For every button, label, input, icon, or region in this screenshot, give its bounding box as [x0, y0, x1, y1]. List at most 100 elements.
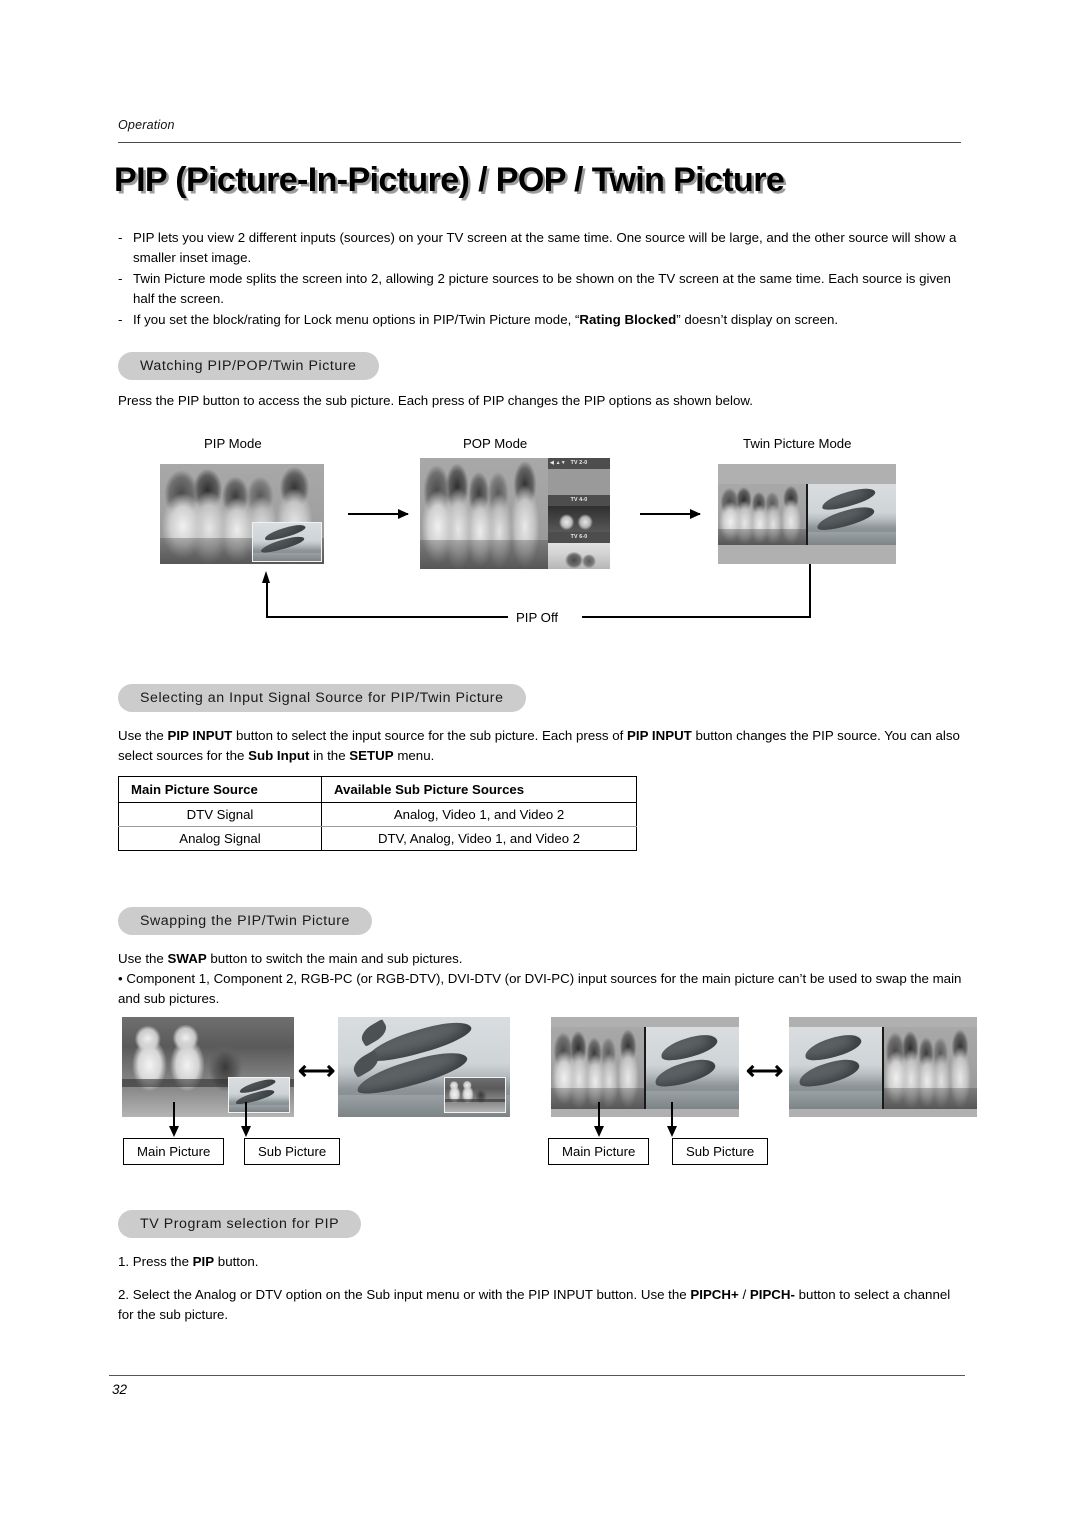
pop-mode-preview: ◀ ▲▼ TV 2-0 TV 4-0 TV 6-0 [420, 458, 610, 569]
pop-channel-label: TV 6-0 [570, 534, 588, 540]
table-header-main-source: Main Picture Source [118, 776, 322, 803]
page-title: PIP (Picture-In-Picture) / POP / Twin Pi… [114, 161, 785, 199]
list-item-text: PIP lets you view 2 different inputs (so… [133, 230, 957, 265]
source-table: Main Picture Source Available Sub Pictur… [118, 776, 637, 851]
sea-band [253, 552, 321, 561]
caption-twin-mode: Twin Picture Mode [743, 436, 852, 451]
section-heading-watching: Watching PIP/POP/Twin Picture [118, 352, 379, 380]
text-bold-pipch-plus: PIPCH+ [690, 1287, 739, 1302]
text-bold-pip-input: PIP INPUT [627, 728, 692, 743]
pointer-line-sub [671, 1102, 673, 1126]
section-heading-tv-program: TV Program selection for PIP [118, 1210, 362, 1238]
pop-channel-bar: TV 6-0 [548, 532, 610, 543]
pop-channel-bar: ◀ ▲▼ TV 2-0 [548, 458, 610, 469]
pip-off-line-left [266, 616, 508, 618]
text-fragment: Select the Analog or DTV option on the S… [132, 1287, 691, 1302]
main-picture-photo [420, 458, 548, 569]
list-item-text: Twin Picture mode splits the screen into… [133, 271, 951, 306]
table-header-row: Main Picture Source Available Sub Pictur… [118, 776, 637, 803]
pip-inset-sub-picture [444, 1077, 506, 1113]
text-fragment: Press the [132, 1254, 193, 1269]
flow-arrow-pip-to-pop [348, 509, 409, 519]
pip-inset-sub-picture [228, 1077, 290, 1113]
text-bold-pip-input: PIP INPUT [167, 728, 233, 743]
text-bold-swap: SWAP [167, 951, 207, 966]
main-picture-photo [551, 1027, 645, 1109]
watching-intro-text: Press the PIP button to access the sub p… [118, 393, 753, 408]
pointer-head-sub [241, 1126, 251, 1137]
page-number: 32 [112, 1382, 128, 1397]
twin-half-sub [807, 484, 896, 545]
text-fragment: / [738, 1287, 750, 1302]
pointer-head-main [169, 1126, 179, 1137]
tv-program-step-2: 2. Select the Analog or DTV option on th… [118, 1285, 964, 1325]
label-sub-picture: Sub Picture [244, 1138, 341, 1165]
swap-twin-before-preview [551, 1017, 739, 1117]
bullet-dash: - [118, 271, 123, 286]
swap-paragraph: Use the SWAP button to switch the main a… [118, 949, 968, 969]
tv-program-step-1: 1. Press the PIP button. [118, 1252, 968, 1272]
swap-double-arrow-icon: ⟷ [746, 1055, 784, 1085]
flow-arrow-pop-to-twin [640, 509, 701, 519]
table-cell-main-source: Analog Signal [118, 826, 322, 851]
sub-picture-photo [645, 1027, 739, 1109]
pip-inset-sub-picture [252, 522, 322, 562]
swap-pip-before-preview [122, 1017, 294, 1117]
list-item-text-pre: If you set the block/rating for Lock men… [133, 312, 580, 327]
pop-channel-column: ◀ ▲▼ TV 2-0 TV 4-0 TV 6-0 [548, 458, 610, 569]
text-bold-setup: SETUP [349, 748, 394, 763]
nav-arrows-icon: ◀ ▲▼ [550, 460, 566, 466]
twin-half-sub [645, 1027, 739, 1109]
table-cell-sub-sources: DTV, Analog, Video 1, and Video 2 [321, 826, 637, 851]
caption-pip-mode: PIP Mode [204, 436, 262, 451]
sub-picture-photo [253, 523, 321, 561]
step-number: 1. [118, 1254, 130, 1269]
pop-thumbnail-light [548, 543, 610, 569]
text-fragment: button. [214, 1254, 259, 1269]
section-heading-input-source: Selecting an Input Signal Source for PIP… [118, 684, 526, 712]
sub-picture-photo [445, 1078, 505, 1112]
pip-off-right-riser [809, 564, 811, 618]
list-item: - PIP lets you view 2 different inputs (… [118, 228, 964, 268]
text-fragment: Use the [118, 728, 168, 743]
sub-picture-photo [229, 1078, 289, 1112]
table-header-sub-sources: Available Sub Picture Sources [321, 776, 637, 803]
footer-divider [109, 1375, 965, 1376]
twin-mode-preview [718, 464, 896, 564]
twin-divider [882, 1027, 884, 1109]
bullet-dash: - [118, 230, 123, 245]
running-head: Operation [118, 118, 175, 132]
text-fragment: button to switch the main and sub pictur… [206, 951, 463, 966]
pop-channel-bar: TV 4-0 [548, 495, 610, 506]
table-cell-main-source: DTV Signal [118, 802, 322, 827]
table-cell-sub-sources: Analog, Video 1, and Video 2 [321, 802, 637, 827]
bullet-dash: - [118, 312, 123, 327]
twin-half-main [718, 484, 807, 545]
step-number: 2. [118, 1287, 130, 1302]
text-bold-pipch-minus: PIPCH- [749, 1287, 795, 1302]
dolphin-body-upper [802, 1029, 864, 1065]
table-row: Analog Signal DTV, Analog, Video 1, and … [118, 826, 637, 851]
pip-mode-preview [160, 464, 324, 564]
sea-band [789, 1090, 883, 1109]
sub-picture-photo [789, 1027, 883, 1109]
pointer-head-main [594, 1126, 604, 1137]
pointer-line-main [598, 1102, 600, 1126]
main-picture-photo [883, 1027, 977, 1109]
swap-twin-after-preview [789, 1017, 977, 1117]
swap-double-arrow-icon: ⟷ [298, 1055, 336, 1085]
pip-off-line-right [582, 616, 811, 618]
swap-pip-after-preview [338, 1017, 510, 1117]
twin-half-main [883, 1027, 977, 1109]
list-item-text-bold: Rating Blocked [579, 312, 677, 327]
pip-off-label: PIP Off [516, 610, 559, 625]
list-item: - If you set the block/rating for Lock m… [118, 310, 964, 330]
sea-band [645, 1090, 739, 1109]
manual-page: Operation PIP (Picture-In-Picture) / POP… [0, 0, 1080, 1525]
dolphin-body-upper [658, 1029, 720, 1065]
pop-channel-label: TV 2-0 [570, 460, 588, 466]
pop-channel-cell: ◀ ▲▼ TV 2-0 [548, 458, 610, 495]
label-sub-picture: Sub Picture [672, 1138, 769, 1165]
swap-bullet-note: • Component 1, Component 2, RGB-PC (or R… [118, 971, 962, 1006]
main-picture-photo [718, 484, 807, 545]
